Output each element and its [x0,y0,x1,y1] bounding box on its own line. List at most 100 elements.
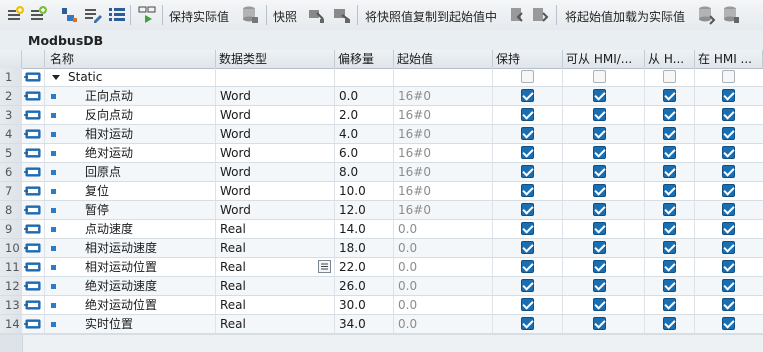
hmi-in-checkbox[interactable] [722,317,735,330]
hmi-from-checkbox[interactable] [663,127,676,140]
hmi-access-checkbox[interactable] [593,260,606,273]
expand-icon[interactable] [59,5,79,25]
hmi-access-checkbox[interactable] [593,146,606,159]
header-name[interactable]: 名称 [45,50,216,68]
hmi-access-checkbox[interactable] [593,70,606,83]
name-cell[interactable]: 暂停 [45,201,216,219]
hmi-access-checkbox[interactable] [593,127,606,140]
datatype-cell[interactable]: Real [216,296,335,314]
table-row[interactable]: 6 回原点 Word 8.0 16#0 [0,163,763,182]
table-row[interactable]: 11 相对运动位置 Real 22.0 0.0 [0,258,763,277]
hmi-access-checkbox[interactable] [593,165,606,178]
load-start-button[interactable]: 将起始值加载为实际值 [565,8,685,25]
snapshot-tool2-icon[interactable] [332,5,352,25]
hmi-in-checkbox[interactable] [722,127,735,140]
retain-checkbox[interactable] [521,241,534,254]
list-icon[interactable] [107,5,127,25]
retain-checkbox[interactable] [521,317,534,330]
start-value-cell[interactable]: 0.0 [394,239,493,257]
start-value-cell[interactable]: 0.0 [394,296,493,314]
hmi-in-checkbox[interactable] [722,241,735,254]
hmi-access-checkbox[interactable] [593,222,606,235]
table-row[interactable]: 3 反向点动 Word 2.0 16#0 [0,106,763,125]
hmi-from-checkbox[interactable] [663,184,676,197]
hmi-in-checkbox[interactable] [722,146,735,159]
table-row[interactable]: 10 相对运动速度 Real 18.0 0.0 [0,239,763,258]
hmi-access-checkbox[interactable] [593,241,606,254]
table-row[interactable]: 14 实时位置 Real 34.0 0.0 [0,315,763,334]
hmi-access-checkbox[interactable] [593,203,606,216]
name-cell[interactable]: 相对运动位置 [45,258,216,276]
hmi-in-checkbox[interactable] [722,165,735,178]
datatype-cell[interactable]: Real [216,220,335,238]
hmi-access-checkbox[interactable] [593,184,606,197]
name-cell[interactable]: 绝对运动 [45,144,216,162]
datatype-cell[interactable]: Real [216,315,335,333]
start-value-cell[interactable]: 16#0 [394,201,493,219]
monitor-icon[interactable] [137,5,157,25]
hmi-in-checkbox[interactable] [722,184,735,197]
add-row-icon[interactable] [29,5,49,25]
hmi-access-checkbox[interactable] [593,89,606,102]
datatype-cell[interactable]: Word [216,201,335,219]
name-cell[interactable]: Static [45,68,216,86]
retain-checkbox[interactable] [521,260,534,273]
table-row[interactable]: 8 暂停 Word 12.0 16#0 [0,201,763,220]
copy-icon[interactable] [508,5,528,25]
name-cell[interactable]: 实时位置 [45,315,216,333]
datatype-cell[interactable]: Word [216,125,335,143]
retain-checkbox[interactable] [521,298,534,311]
hmi-in-checkbox[interactable] [722,108,735,121]
header-hmi-from[interactable]: 从 H... [645,50,695,68]
start-value-cell[interactable]: 16#0 [394,144,493,162]
start-value-cell[interactable]: 16#0 [394,125,493,143]
header-offset[interactable]: 偏移量 [335,50,394,68]
hmi-from-checkbox[interactable] [663,70,676,83]
hmi-in-checkbox[interactable] [722,298,735,311]
table-row[interactable]: 13 绝对运动位置 Real 30.0 0.0 [0,296,763,315]
table-row[interactable]: 5 绝对运动 Word 6.0 16#0 [0,144,763,163]
table-row[interactable]: 2 正向点动 Word 0.0 16#0 [0,87,763,106]
table-row[interactable]: 1 Static [0,68,763,87]
database-icon[interactable] [240,5,260,25]
name-cell[interactable]: 点动速度 [45,220,216,238]
snapshot-tool-icon[interactable] [306,5,326,25]
hmi-in-checkbox[interactable] [722,70,735,83]
header-hmi-in[interactable]: 在 HMI ... [695,50,763,68]
start-value-cell[interactable]: 16#0 [394,163,493,181]
name-cell[interactable]: 绝对运动位置 [45,296,216,314]
edit-icon[interactable] [83,5,103,25]
retain-checkbox[interactable] [521,165,534,178]
hmi-from-checkbox[interactable] [663,279,676,292]
retain-checkbox[interactable] [521,203,534,216]
retain-checkbox[interactable] [521,89,534,102]
start-value-cell[interactable]: 0.0 [394,220,493,238]
load2-icon[interactable] [721,5,741,25]
start-value-cell[interactable]: 16#0 [394,182,493,200]
hmi-in-checkbox[interactable] [722,279,735,292]
hmi-from-checkbox[interactable] [663,298,676,311]
table-row[interactable]: 7 复位 Word 10.0 16#0 [0,182,763,201]
hmi-in-checkbox[interactable] [722,203,735,216]
retain-checkbox[interactable] [521,222,534,235]
expand-arrow-icon[interactable] [51,68,61,86]
copy-snapshot-button[interactable]: 将快照值复制到起始值中 [365,8,497,25]
hmi-from-checkbox[interactable] [663,165,676,178]
datatype-dropdown-icon[interactable] [318,260,331,273]
hmi-in-checkbox[interactable] [722,89,735,102]
hmi-from-checkbox[interactable] [663,203,676,216]
retain-checkbox[interactable] [521,279,534,292]
start-value-cell[interactable]: 0.0 [394,315,493,333]
header-start[interactable]: 起始值 [394,50,493,68]
snapshot-button[interactable]: 快照 [273,8,297,25]
start-value-cell[interactable]: 16#0 [394,87,493,105]
name-cell[interactable]: 绝对运动速度 [45,277,216,295]
start-value-cell[interactable]: 0.0 [394,277,493,295]
retain-checkbox[interactable] [521,184,534,197]
header-hmi-access[interactable]: 可从 HMI/... [563,50,645,68]
header-retain[interactable]: 保持 [493,50,563,68]
datatype-cell[interactable]: Word [216,87,335,105]
hmi-from-checkbox[interactable] [663,241,676,254]
copy2-icon[interactable] [530,5,550,25]
hmi-from-checkbox[interactable] [663,260,676,273]
